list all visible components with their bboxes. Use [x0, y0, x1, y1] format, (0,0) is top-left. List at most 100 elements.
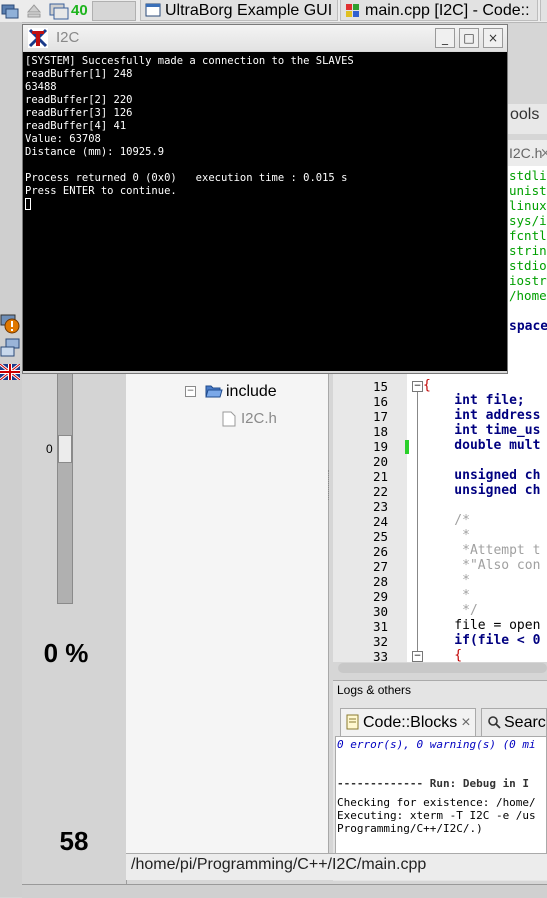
terminal-line: Press ENTER to continue.: [25, 185, 177, 197]
network-icon[interactable]: [0, 338, 20, 358]
workspace-empty[interactable]: [92, 1, 136, 21]
terminal-line: Distance (mm): 10925.9: [25, 146, 165, 158]
fold-toggle[interactable]: −: [412, 651, 423, 662]
folder-open-icon: [205, 383, 223, 399]
xterm-icon: [28, 28, 48, 48]
terminal-line: readBuffer[3] 126: [25, 107, 133, 119]
left-strip: [0, 22, 22, 897]
code-line: file = open: [423, 618, 541, 633]
line-number: 27: [372, 559, 388, 574]
menu-icon[interactable]: [1, 3, 19, 19]
fold-toggle[interactable]: −: [412, 381, 423, 392]
toolbar-tools-label[interactable]: ools: [510, 106, 539, 124]
line-number: 26: [372, 544, 388, 559]
log-icon: [346, 712, 360, 730]
tree-folder-include[interactable]: include: [226, 383, 277, 401]
tab-i2c-h[interactable]: I2C.h: [509, 145, 542, 161]
task-codeblocks[interactable]: main.cpp [I2C] - Code::: [340, 0, 538, 21]
maximize-button[interactable]: □: [459, 28, 479, 48]
tree-file-i2c-h[interactable]: I2C.h: [241, 410, 277, 427]
workspace-switcher[interactable]: 40: [48, 1, 92, 21]
percent-readout: 0 %: [43, 638, 89, 668]
terminal-title: I2C: [56, 29, 80, 46]
code-line: if(file < 0: [423, 633, 541, 648]
logs-tab-search[interactable]: Searc: [481, 708, 547, 736]
include-fragments: stdli unist linux sys/i fcntl strin stdi…: [509, 168, 547, 303]
collapse-toggle[interactable]: −: [185, 386, 196, 397]
log-summary: 0 error(s), 0 warning(s) (0 mi: [337, 738, 536, 751]
terminal-cursor: [25, 198, 31, 210]
fold-line: [417, 386, 418, 662]
editor-hscrollbar[interactable]: [338, 663, 547, 673]
minimize-button[interactable]: _: [435, 28, 455, 48]
codeblocks-icon: [345, 2, 361, 17]
code-line: int time_us: [423, 423, 541, 438]
status-file-path: /home/pi/Programming/C++/I2C/main.cpp: [131, 856, 427, 873]
line-number: 28: [372, 574, 388, 589]
line-number: 16: [372, 394, 388, 409]
code-line: *: [423, 588, 470, 603]
log-line: Programming/C++/I2C/.): [337, 822, 483, 835]
workspace-number: 40: [71, 2, 88, 19]
line-number: 18: [372, 424, 388, 439]
close-tab-icon[interactable]: ×: [540, 146, 547, 161]
task-label: main.cpp [I2C] - Code::: [365, 2, 530, 19]
include-line: iostr: [509, 273, 547, 288]
speed-slider[interactable]: [57, 372, 73, 604]
keyboard-layout-flag-icon[interactable]: [0, 362, 21, 382]
code-line: *"Also con: [423, 558, 541, 573]
logs-tab-codeblocks[interactable]: Code::Blocks ×: [340, 708, 476, 736]
terminal-line: 63488: [25, 81, 57, 93]
include-line: unist: [509, 183, 547, 198]
line-number: 17: [372, 409, 388, 424]
include-line: linux: [509, 198, 547, 213]
code-line: */: [423, 603, 478, 618]
distance-readout: 58: [59, 826, 89, 856]
code-line: int file;: [423, 393, 525, 408]
tab-label: Code::Blocks: [363, 714, 458, 731]
file-icon: [222, 411, 236, 427]
task-label: UltraBorg Example GUI: [165, 2, 333, 19]
eject-icon[interactable]: [26, 3, 42, 19]
ultraborg-panel: [22, 372, 127, 884]
search-icon: [487, 711, 501, 729]
log-line: Executing: xterm -T I2C -e /us: [337, 809, 536, 822]
code-line: *: [423, 528, 470, 543]
line-number: 32: [372, 634, 388, 649]
close-icon[interactable]: ×: [461, 714, 470, 731]
line-number: 25: [372, 529, 388, 544]
line-number: 23: [372, 499, 388, 514]
line-number: 19: [372, 439, 388, 454]
slider-handle[interactable]: [58, 435, 72, 463]
include-line: fcntl: [509, 228, 547, 243]
slider-label: 0: [46, 442, 53, 456]
include-line: stdio: [509, 258, 547, 273]
namespace-keyword: space: [509, 319, 547, 334]
code-line: /*: [423, 513, 470, 528]
task-ultraborg[interactable]: UltraBorg Example GUI: [140, 0, 338, 21]
line-number: 31: [372, 619, 388, 634]
bottom-strip: [22, 884, 547, 898]
terminal-line: readBuffer[2] 220: [25, 94, 133, 106]
code-line: unsigned ch: [423, 468, 541, 483]
terminal-line: readBuffer[1] 248: [25, 68, 133, 80]
log-line: Checking for existence: /home/: [337, 796, 536, 809]
terminal-line: Process returned 0 (0x0) execution time …: [25, 172, 348, 184]
code-line: double mult: [423, 438, 541, 453]
code-line: *Attempt t: [423, 543, 541, 558]
terminal-line: [SYSTEM] Succesfully made a connection t…: [25, 55, 354, 67]
include-line: stdli: [509, 168, 547, 183]
taskbar-edge: [540, 0, 547, 21]
line-number: 20: [372, 454, 388, 469]
window-icon: [145, 2, 161, 17]
code-line: int address: [423, 408, 541, 423]
line-number: 15: [372, 379, 388, 394]
logs-panel-title: Logs & others: [337, 683, 412, 697]
line-number: 29: [372, 589, 388, 604]
tab-label: Searc: [504, 714, 546, 731]
line-number: 30: [372, 604, 388, 619]
close-button[interactable]: ×: [483, 28, 503, 48]
warning-icon[interactable]: [0, 313, 20, 335]
log-run-header: ------------- Run: Debug in I: [337, 777, 530, 790]
code-line: {: [423, 378, 431, 393]
